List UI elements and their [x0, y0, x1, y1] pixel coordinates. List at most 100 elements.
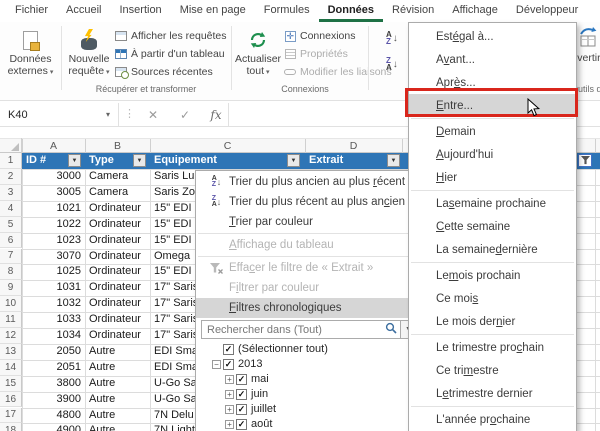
submenu-item-trimestre-dernier[interactable]: Le trimestre dernier [409, 382, 576, 405]
expand-icon[interactable]: + [225, 420, 234, 429]
checkbox-year-2013[interactable]: ✓ [223, 358, 234, 370]
tree-item-select-all[interactable]: ✓ (Sélectionner tout) [196, 342, 420, 357]
row-header-14[interactable]: 14 [0, 359, 22, 376]
cell-type[interactable]: Ordinateur [89, 313, 141, 325]
name-box-caret-icon[interactable]: ▾ [106, 110, 110, 119]
cell-equipement[interactable]: EDI Sma [154, 361, 198, 373]
filter-dropdown-button[interactable]: ▼ [133, 154, 146, 167]
afficher-requetes-button[interactable]: Afficher les requêtes [114, 28, 227, 44]
tab-accueil[interactable]: Accueil [57, 0, 110, 22]
cell-id[interactable]: 1021 [26, 202, 81, 214]
filter-dropdown-button[interactable]: ▼ [68, 154, 81, 167]
submenu-item-ce-trimestre[interactable]: Ce tri m estre [409, 359, 576, 382]
enter-check-icon[interactable]: ✓ [172, 103, 198, 126]
cell-id[interactable]: 3000 [26, 170, 81, 182]
checkbox-month-juillet[interactable]: ✓ [236, 403, 247, 415]
tab-insertion[interactable]: Insertion [110, 0, 170, 22]
tab-données[interactable]: Données [318, 0, 384, 22]
cell-equipement[interactable]: EDI Sma [154, 345, 198, 357]
tree-item-month-aout[interactable]: + ✓ août [196, 417, 420, 431]
submenu-item-annee-prochaine[interactable]: L'année pr o chaine [409, 408, 576, 431]
cell-id[interactable]: 3900 [26, 393, 81, 405]
cell-equipement[interactable]: Omega [154, 250, 190, 262]
cell-equipement[interactable]: 17" Saris [154, 329, 198, 341]
row-header-9[interactable]: 9 [0, 280, 22, 297]
tree-item-month-juillet[interactable]: + ✓ juillet [196, 402, 420, 417]
cell-type[interactable]: Ordinateur [89, 297, 141, 309]
cell-equipement[interactable]: 7N Light [154, 424, 195, 431]
cell-type[interactable]: Autre [89, 424, 115, 431]
submenu-item-mois-prochain[interactable]: Le m ois prochain [409, 264, 576, 287]
submenu-item-trimestre-prochain[interactable]: Le trimestre pro c hain [409, 336, 576, 359]
modifier-liaisons-button[interactable]: Modifier les liaisons [283, 64, 392, 80]
sort-descending-button[interactable]: Z A ↓ [386, 54, 398, 74]
row-header-11[interactable]: 11 [0, 312, 22, 328]
row-header-15[interactable]: 15 [0, 375, 22, 392]
tab-affichage[interactable]: Affichage [443, 0, 507, 22]
submenu-item-aujourdhui[interactable]: Aujourd'hui [409, 143, 576, 166]
cell-type[interactable]: Camera [89, 186, 128, 198]
submenu-item-semaine-derniere[interactable]: La semaine d ernière [409, 238, 576, 261]
cell-type[interactable]: Ordinateur [89, 218, 141, 230]
menu-item-trier-par-couleur[interactable]: Trier par couleur› [196, 212, 420, 232]
cell-type[interactable]: Ordinateur [89, 265, 141, 277]
submenu-item-hier[interactable]: Hier [409, 166, 576, 189]
checkbox-month-aout[interactable]: ✓ [236, 418, 247, 430]
cell-id[interactable]: 1032 [26, 297, 81, 309]
tab-fichier[interactable]: Fichier [6, 0, 57, 22]
connexions-button[interactable]: Connexions [283, 28, 355, 44]
cell-equipement[interactable]: U-Go Sa [154, 377, 197, 389]
menu-item-affichage-du-tableau[interactable]: Affichage du tableau› [196, 235, 420, 255]
cell-type[interactable]: Camera [89, 170, 128, 182]
expand-icon[interactable]: + [225, 405, 234, 414]
column-header-D[interactable]: D [305, 140, 402, 152]
tab-développeur[interactable]: Développeur [507, 0, 587, 22]
cell-equipement[interactable]: 7N Delu [154, 409, 194, 421]
cell-type[interactable]: Ordinateur [89, 234, 141, 246]
column-header-C[interactable]: C [150, 140, 305, 152]
row-header-2[interactable]: 2 [0, 169, 22, 185]
filter-search-input[interactable] [207, 323, 385, 336]
row-header-10[interactable]: 10 [0, 296, 22, 313]
menu-item-filtrer-par-couleur[interactable]: Filtrer par couleur› [196, 278, 420, 298]
cell-id[interactable]: 1034 [26, 329, 81, 341]
menu-item-effacer-filtre[interactable]: Effacer le filtre de « Extrait » [196, 258, 420, 278]
cell-type[interactable]: Autre [89, 361, 115, 373]
submenu-item-avant[interactable]: Av ant... [409, 48, 576, 71]
tree-item-year-2013[interactable]: − ✓ 2013 [196, 357, 420, 372]
checkbox-month-mai[interactable]: ✓ [236, 373, 247, 385]
sources-recentes-button[interactable]: Sources récentes [114, 64, 213, 80]
row-header-4[interactable]: 4 [0, 200, 22, 217]
cell-id[interactable]: 1031 [26, 281, 81, 293]
tab-formules[interactable]: Formules [255, 0, 319, 22]
expand-icon[interactable]: + [225, 390, 234, 399]
cell-type[interactable]: Ordinateur [89, 202, 141, 214]
proprietes-button[interactable]: Propriétés [283, 46, 348, 62]
cancel-icon[interactable]: ✕ [140, 103, 166, 126]
expand-icon[interactable]: + [225, 375, 234, 384]
cell-equipement[interactable]: Saris Lur [154, 170, 198, 182]
cell-equipement[interactable]: 15" EDI [154, 218, 192, 230]
row-header-3[interactable]: 3 [0, 184, 22, 201]
cell-id[interactable]: 3070 [26, 250, 81, 262]
row-header-6[interactable]: 6 [0, 232, 22, 249]
row-header-7[interactable]: 7 [0, 248, 22, 265]
cell-type[interactable]: Autre [89, 409, 115, 421]
submenu-item-cette-semaine[interactable]: Cette semaine [409, 215, 576, 238]
row-header-5[interactable]: 5 [0, 216, 22, 233]
cell-equipement[interactable]: 17" Saris [154, 313, 198, 325]
checkbox-select-all[interactable]: ✓ [223, 343, 234, 355]
submenu-item-mois-dernier[interactable]: Le mois der n ier [409, 310, 576, 333]
sort-ascending-button[interactable]: A Z ↓ [386, 28, 398, 48]
submenu-item-semaine-prochaine[interactable]: La s emaine prochaine [409, 192, 576, 215]
donnees-externes-button[interactable]: Données externes ▾ [2, 24, 59, 96]
menu-item-trier-ancien-recent[interactable]: A Z ↓ Trier du plus ancien au plus récent [196, 172, 420, 192]
filter-dropdown-button[interactable]: ▼ [387, 154, 400, 167]
cell-id[interactable]: 3800 [26, 377, 81, 389]
tab-mise-en-page[interactable]: Mise en page [171, 0, 255, 22]
row-header-12[interactable]: 12 [0, 328, 22, 344]
menu-item-filtres-chronologiques[interactable]: Filtres chronologiques› [196, 298, 420, 318]
tab-révision[interactable]: Révision [383, 0, 443, 22]
cell-equipement[interactable]: 17" Saris [154, 297, 198, 309]
cell-id[interactable]: 2050 [26, 345, 81, 357]
